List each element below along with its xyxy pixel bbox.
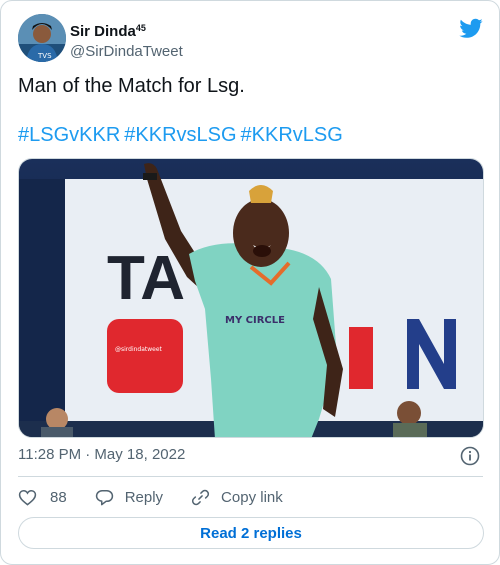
author-handle[interactable]: @SirDindaTweet (70, 42, 183, 62)
jersey-text: MY CIRCLE (225, 315, 285, 326)
tweet-timestamp[interactable]: 11:28 PM · May 18, 2022 (18, 445, 185, 465)
hashtag-list: #LSGvKKR #KKRvsLSG #KKRvLSG (18, 122, 483, 148)
twitter-bird-icon[interactable] (459, 16, 483, 40)
tweet-text: Man of the Match for Lsg. (18, 75, 245, 97)
reply-label: Reply (124, 488, 164, 506)
tweet-header: TVS Sir Dinda45 @SirDindaTweet (18, 14, 483, 62)
link-icon (191, 489, 210, 505)
display-name[interactable]: Sir Dinda45 (70, 18, 183, 42)
tweet-card: TVS Sir Dinda45 @SirDindaTweet Man of th… (0, 0, 500, 565)
hashtag-link[interactable]: #LSGvKKR (18, 124, 120, 146)
copy-link-label: Copy link (221, 488, 283, 506)
copy-link-button[interactable]: Copy link (191, 488, 283, 507)
heart-icon (18, 489, 37, 506)
like-button[interactable]: 88 (18, 488, 67, 507)
divider (18, 476, 483, 477)
reply-button[interactable]: Reply (95, 488, 163, 507)
tweet-actions: 88 Reply Copy link (18, 486, 311, 508)
like-count: 88 (50, 488, 67, 506)
board-text: TA (107, 244, 185, 313)
photo-watermark: @sirdindatweet (115, 346, 163, 353)
reply-icon (95, 489, 113, 505)
avatar[interactable]: TVS (18, 14, 66, 62)
author-names[interactable]: Sir Dinda45 @SirDindaTweet (70, 18, 183, 62)
read-replies-button[interactable]: Read 2 replies (18, 517, 484, 549)
hashtag-link[interactable]: #KKRvLSG (241, 124, 343, 146)
tweet-photo[interactable]: TA @sirdindatweet MY CIRCLE (18, 158, 484, 438)
svg-text:TVS: TVS (37, 52, 52, 60)
info-icon[interactable] (460, 446, 480, 466)
hashtag-link[interactable]: #KKRvsLSG (124, 124, 236, 146)
